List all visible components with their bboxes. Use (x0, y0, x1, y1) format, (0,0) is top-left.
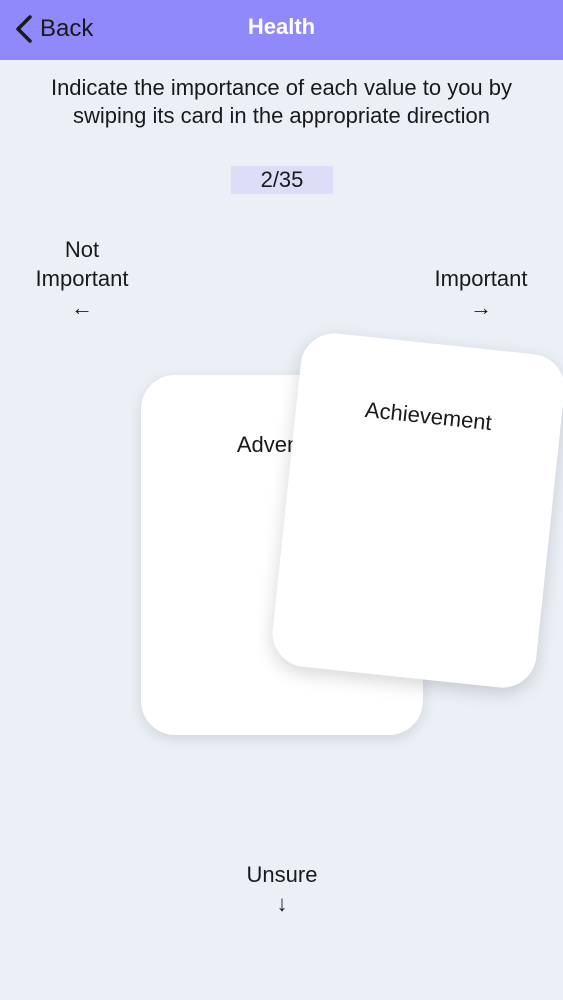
instructions-text: Indicate the importance of each value to… (50, 75, 513, 128)
value-card-front-label: Achievement (363, 396, 493, 436)
navigation-bar: Back Health (0, 0, 563, 60)
direction-important-label: Important (434, 266, 528, 291)
direction-important: Important → (418, 264, 544, 322)
value-card-front[interactable]: Achievement (269, 330, 563, 691)
direction-not-important-label: Not Important (35, 237, 129, 291)
arrow-right-icon: → (470, 295, 492, 320)
arrow-down-icon: ↓ (276, 891, 288, 916)
direction-unsure: Unsure ↓ (222, 860, 342, 918)
arrow-left-icon: ← (71, 295, 93, 320)
direction-not-important: Not Important ← (22, 235, 142, 322)
progress-counter: 2/35 (231, 166, 333, 194)
page-title: Health (247, 14, 316, 39)
direction-unsure-label: Unsure (246, 862, 318, 887)
